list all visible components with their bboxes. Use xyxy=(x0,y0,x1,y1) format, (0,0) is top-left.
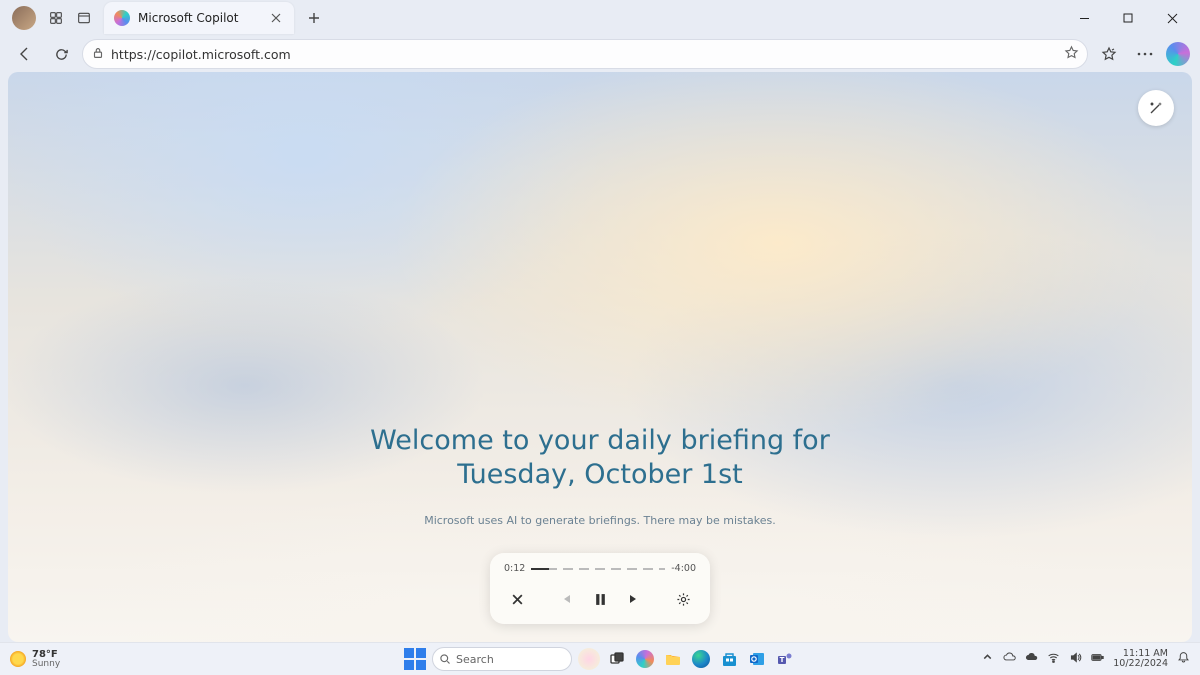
browser-toolbar: https://copilot.microsoft.com xyxy=(0,36,1200,72)
tab-actions-icon[interactable] xyxy=(70,4,98,32)
clock[interactable]: 11:11 AM 10/22/2024 xyxy=(1113,649,1168,669)
remaining-time: -4:00 xyxy=(671,563,696,574)
progress-track[interactable] xyxy=(531,568,665,570)
player-timeline[interactable]: 0:12 -4:00 xyxy=(504,563,696,574)
pause-button[interactable] xyxy=(587,586,613,612)
site-info-icon[interactable] xyxy=(91,45,105,64)
edge-icon[interactable] xyxy=(690,648,712,670)
notifications-icon[interactable] xyxy=(1177,651,1190,667)
task-view-icon[interactable] xyxy=(606,648,628,670)
browser-tab[interactable]: Microsoft Copilot xyxy=(104,2,294,34)
teams-icon[interactable]: T xyxy=(774,648,796,670)
ai-disclaimer: Microsoft uses AI to generate briefings.… xyxy=(8,514,1192,527)
windows-taskbar: 78°F Sunny Search T 11:11 AM 10/22/2024 xyxy=(0,642,1200,675)
new-tab-button[interactable] xyxy=(300,4,328,32)
menu-button[interactable] xyxy=(1130,39,1160,69)
briefing-heading: Welcome to your daily briefing for Tuesd… xyxy=(8,424,1192,492)
audio-player: 0:12 -4:00 xyxy=(490,553,710,624)
close-player-button[interactable] xyxy=(504,586,530,612)
weather-widget[interactable]: 78°F Sunny xyxy=(10,650,60,669)
sun-icon xyxy=(10,651,26,667)
taskbar-center: Search T xyxy=(404,647,796,671)
elapsed-time: 0:12 xyxy=(504,563,525,574)
wifi-icon[interactable] xyxy=(1047,651,1060,667)
volume-icon[interactable] xyxy=(1069,651,1082,667)
player-settings-button[interactable] xyxy=(670,586,696,612)
cloud-icon[interactable] xyxy=(1025,651,1038,667)
window-controls xyxy=(1062,0,1194,36)
tray-overflow-icon[interactable] xyxy=(981,651,994,667)
maximize-button[interactable] xyxy=(1106,0,1150,36)
page-viewport: Welcome to your daily briefing for Tuesd… xyxy=(8,72,1192,642)
next-track-button[interactable] xyxy=(621,586,647,612)
file-explorer-icon[interactable] xyxy=(662,648,684,670)
svg-text:T: T xyxy=(780,656,785,664)
tab-close-button[interactable] xyxy=(266,8,286,28)
hero-section: Welcome to your daily briefing for Tuesd… xyxy=(8,424,1192,527)
url-text: https://copilot.microsoft.com xyxy=(111,47,1064,62)
profile-avatar[interactable] xyxy=(12,6,36,30)
window-close-button[interactable] xyxy=(1150,0,1194,36)
search-icon xyxy=(439,653,451,665)
taskbar-app-1[interactable] xyxy=(578,648,600,670)
previous-track-button[interactable] xyxy=(553,586,579,612)
workspaces-icon[interactable] xyxy=(42,4,70,32)
copilot-taskbar-icon[interactable] xyxy=(634,648,656,670)
start-button[interactable] xyxy=(404,648,426,670)
taskbar-search[interactable]: Search xyxy=(432,647,572,671)
copilot-favicon-icon xyxy=(114,10,130,26)
back-button[interactable] xyxy=(10,39,40,69)
minimize-button[interactable] xyxy=(1062,0,1106,36)
favorites-button[interactable] xyxy=(1094,39,1124,69)
outlook-icon[interactable] xyxy=(746,648,768,670)
onedrive-icon[interactable] xyxy=(1003,651,1016,667)
browser-titlebar: Microsoft Copilot xyxy=(0,0,1200,36)
weather-condition: Sunny xyxy=(32,660,60,669)
battery-icon[interactable] xyxy=(1091,651,1104,667)
refresh-button[interactable] xyxy=(46,39,76,69)
store-icon[interactable] xyxy=(718,648,740,670)
player-controls xyxy=(504,586,696,612)
tab-title: Microsoft Copilot xyxy=(138,11,266,25)
temperature: 78°F xyxy=(32,650,60,660)
magic-wand-button[interactable] xyxy=(1138,90,1174,126)
address-bar[interactable]: https://copilot.microsoft.com xyxy=(82,39,1088,69)
system-tray: 11:11 AM 10/22/2024 xyxy=(981,649,1190,669)
favorite-button[interactable] xyxy=(1064,45,1079,64)
search-placeholder: Search xyxy=(456,653,494,666)
copilot-sidebar-button[interactable] xyxy=(1166,42,1190,66)
